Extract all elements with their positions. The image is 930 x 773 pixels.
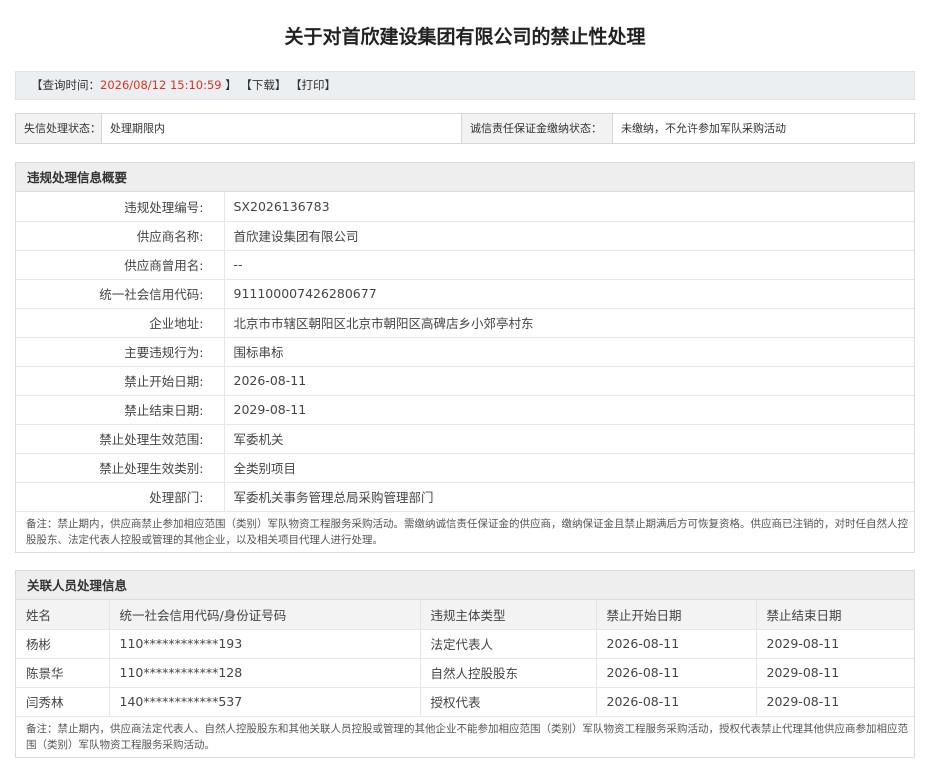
related-note: 备注：禁止期内，供应商法定代表人、自然人控股股东和其他关联人员控股或管理的其他企… xyxy=(26,722,908,751)
cell-name: 闫秀林 xyxy=(16,687,110,717)
summary-row: 供应商曾用名: -- xyxy=(16,250,914,280)
field-label: 禁止处理生效类别: xyxy=(16,453,225,483)
field-label: 禁止开始日期: xyxy=(16,366,225,396)
related-table: 姓名 统一社会信用代码/身份证号码 违规主体类型 禁止开始日期 禁止结束日期 杨… xyxy=(16,600,914,717)
field-value: 围标串标 xyxy=(224,337,914,367)
summary-panel: 违规处理信息概要 违规处理编号: SX2026136783 供应商名称: 首欣建设集… xyxy=(15,162,915,553)
table-header-row: 姓名 统一社会信用代码/身份证号码 违规主体类型 禁止开始日期 禁止结束日期 xyxy=(16,600,914,630)
cell-end: 2029-08-11 xyxy=(756,687,914,717)
summary-table: 违规处理编号: SX2026136783 供应商名称: 首欣建设集团有限公司 供应商… xyxy=(16,192,914,512)
column-header: 违规主体类型 xyxy=(420,600,597,630)
related-panel: 关联人员处理信息 姓名 统一社会信用代码/身份证号码 违规主体类型 禁止开始日期… xyxy=(15,570,915,758)
cell-name: 陈景华 xyxy=(16,658,110,688)
field-value: 军委机关 xyxy=(224,424,914,454)
cell-start: 2026-08-11 xyxy=(596,629,757,659)
column-header: 禁止开始日期 xyxy=(596,600,757,630)
summary-note: 备注：禁止期内，供应商禁止参加相应范围（类别）军队物资工程服务采购活动。需缴纳诚… xyxy=(26,517,908,546)
field-label: 供应商名称: xyxy=(16,221,225,251)
field-value: 911100007426280677 xyxy=(224,279,914,309)
query-time-close: 】 xyxy=(225,78,237,92)
field-value: 全类别项目 xyxy=(224,453,914,483)
cell-start: 2026-08-11 xyxy=(596,687,757,717)
field-value: 2026-08-11 xyxy=(224,366,914,396)
summary-row: 处理部门: 军委机关事务管理总局采购管理部门 xyxy=(16,482,914,512)
cell-type: 授权代表 xyxy=(420,687,597,717)
print-link[interactable]: 【打印】 xyxy=(290,78,336,92)
cell-type: 法定代表人 xyxy=(420,629,597,659)
cell-end: 2029-08-11 xyxy=(756,658,914,688)
page-title: 关于对首欣建设集团有限公司的禁止性处理 xyxy=(284,26,646,48)
field-value: 军委机关事务管理总局采购管理部门 xyxy=(224,482,914,512)
summary-row: 供应商名称: 首欣建设集团有限公司 xyxy=(16,221,914,251)
field-value: -- xyxy=(224,250,914,280)
summary-row: 禁止处理生效类别: 全类别项目 xyxy=(16,453,914,483)
cell-name: 杨彬 xyxy=(16,629,110,659)
cell-id: 110************128 xyxy=(109,658,421,688)
cell-id: 110************193 xyxy=(109,629,421,659)
field-value: SX2026136783 xyxy=(224,192,914,222)
field-label: 供应商曾用名: xyxy=(16,250,225,280)
field-label: 处理部门: xyxy=(16,482,225,512)
field-label: 禁止处理生效范围: xyxy=(16,424,225,454)
summary-row: 主要违规行为: 围标串标 xyxy=(16,337,914,367)
column-header: 姓名 xyxy=(16,600,110,630)
field-label: 统一社会信用代码: xyxy=(16,279,225,309)
cell-end: 2029-08-11 xyxy=(756,629,914,659)
credit-status-label: 失信处理状态： xyxy=(16,114,102,143)
column-header: 禁止结束日期 xyxy=(756,600,914,630)
field-label: 企业地址: xyxy=(16,308,225,338)
field-label: 禁止结束日期: xyxy=(16,395,225,425)
related-heading: 关联人员处理信息 xyxy=(16,571,914,600)
deposit-status-value: 未缴纳，不允许参加军队采购活动 xyxy=(621,122,786,135)
deposit-status-label: 诚信责任保证金缴纳状态： xyxy=(462,114,613,143)
cell-id: 140************537 xyxy=(109,687,421,717)
field-value: 2029-08-11 xyxy=(224,395,914,425)
summary-row: 禁止结束日期: 2029-08-11 xyxy=(16,395,914,425)
summary-row: 统一社会信用代码: 911100007426280677 xyxy=(16,279,914,309)
summary-row: 违规处理编号: SX2026136783 xyxy=(16,192,914,222)
cell-type: 自然人控股股东 xyxy=(420,658,597,688)
column-header: 统一社会信用代码/身份证号码 xyxy=(109,600,421,630)
field-label: 主要违规行为: xyxy=(16,337,225,367)
query-time-value: 2026/08/12 15:10:59 xyxy=(100,78,222,92)
table-row: 杨彬 110************193 法定代表人 2026-08-11 2… xyxy=(16,629,914,659)
cell-start: 2026-08-11 xyxy=(596,658,757,688)
summary-row: 企业地址: 北京市市辖区朝阳区北京市朝阳区高碑店乡小郊亭村东 xyxy=(16,308,914,338)
table-row: 陈景华 110************128 自然人控股股东 2026-08-1… xyxy=(16,658,914,688)
field-label: 违规处理编号: xyxy=(16,192,225,222)
query-time-label: 【查询时间： xyxy=(31,78,100,92)
query-bar: 【查询时间：2026/08/12 15:10:59 】 【下载】 【打印】 xyxy=(15,71,915,100)
summary-heading: 违规处理信息概要 xyxy=(16,163,914,192)
table-row: 闫秀林 140************537 授权代表 2026-08-11 2… xyxy=(16,687,914,717)
download-link[interactable]: 【下载】 xyxy=(240,78,286,92)
summary-row: 禁止处理生效范围: 军委机关 xyxy=(16,424,914,454)
status-box: 失信处理状态： 处理期限内 诚信责任保证金缴纳状态： 未缴纳，不允许参加军队采购… xyxy=(15,113,915,144)
credit-status-value: 处理期限内 xyxy=(102,114,462,143)
field-value: 北京市市辖区朝阳区北京市朝阳区高碑店乡小郊亭村东 xyxy=(224,308,914,338)
field-value: 首欣建设集团有限公司 xyxy=(224,221,914,251)
summary-row: 禁止开始日期: 2026-08-11 xyxy=(16,366,914,396)
